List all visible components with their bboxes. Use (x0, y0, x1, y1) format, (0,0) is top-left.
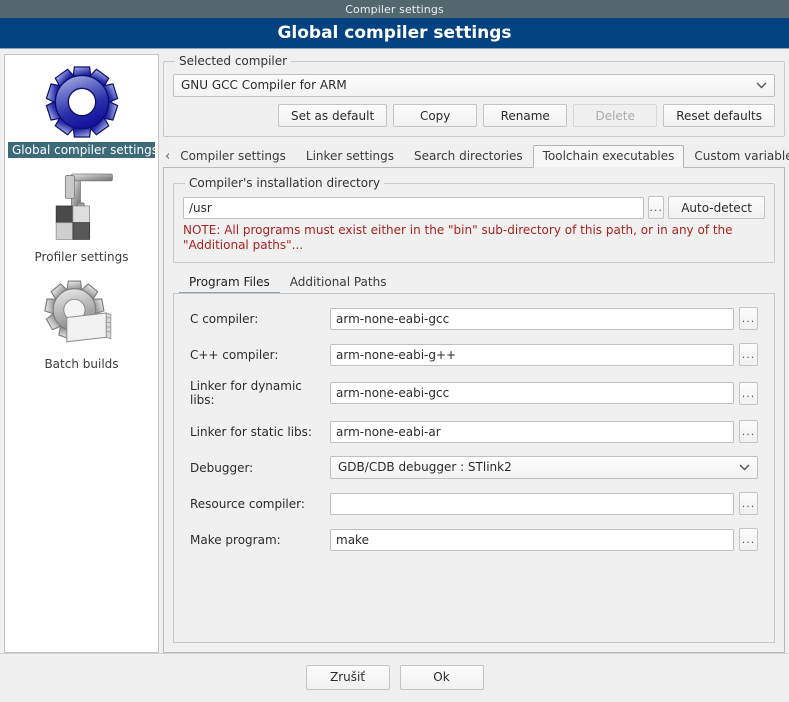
ok-button[interactable]: Ok (399, 664, 484, 690)
dialog-body: Global compiler settings Profiler settin… (0, 49, 789, 653)
window-title-text: Compiler settings (345, 2, 444, 16)
field-row-resource-compiler: Resource compiler: ... (190, 492, 758, 515)
c-compiler-label: C compiler: (190, 311, 259, 326)
debugger-control: GDB/CDB debugger : STlink2 (330, 456, 758, 479)
toolchain-executables-panel: Compiler's installation directory ... Au… (163, 167, 785, 653)
reset-defaults-button[interactable]: Reset defaults (663, 104, 775, 127)
debugger-select-value: GDB/CDB debugger : STlink2 (338, 460, 512, 474)
cpp-compiler-browse-button[interactable]: ... (739, 343, 758, 366)
rename-button[interactable]: Rename (483, 104, 568, 127)
linker-dynamic-input[interactable] (330, 382, 735, 404)
make-program-label: Make program: (190, 532, 281, 547)
page-title-banner: Global compiler settings (0, 18, 789, 49)
tab-search-directories[interactable]: Search directories (404, 145, 533, 168)
make-program-input[interactable] (330, 528, 735, 551)
debugger-label: Debugger: (190, 460, 254, 475)
gear-pages-icon (40, 278, 124, 354)
c-compiler-control: ... (330, 307, 758, 330)
resource-compiler-browse-button[interactable]: ... (739, 492, 758, 515)
install-directory-row: ... Auto-detect (183, 196, 765, 219)
resource-compiler-input[interactable] (330, 492, 735, 515)
install-directory-input[interactable] (183, 196, 645, 219)
page-title: Global compiler settings (277, 23, 512, 43)
field-row-linker-dynamic: Linker for dynamic libs: ... (190, 379, 758, 407)
linker-static-browse-button[interactable]: ... (739, 420, 758, 443)
cancel-button[interactable]: Zrušiť (305, 664, 390, 690)
install-directory-note: NOTE: All programs must exist either in … (183, 223, 733, 252)
install-directory-browse-button[interactable]: ... (648, 196, 665, 219)
sidebar-item-global-compiler-settings[interactable]: Global compiler settings (5, 61, 158, 168)
inner-tab-program-files[interactable]: Program Files (179, 273, 280, 294)
install-directory-legend: Compiler's installation directory (189, 176, 381, 190)
sidebar-item-label: Global compiler settings (8, 142, 158, 158)
selected-compiler-legend: Selected compiler (179, 54, 288, 68)
linker-dynamic-label: Linker for dynamic libs: (190, 379, 302, 407)
program-files-tabbar: Program Files Additional Paths (173, 272, 775, 294)
cpp-compiler-control: ... (330, 343, 758, 366)
make-program-browse-button[interactable]: ... (739, 528, 758, 551)
c-compiler-input[interactable] (330, 307, 735, 330)
tab-toolchain-executables[interactable]: Toolchain executables (532, 145, 685, 168)
field-row-make-program: Make program: ... (190, 528, 758, 551)
sidebar-item-label: Batch builds (44, 357, 119, 371)
c-compiler-browse-button[interactable]: ... (739, 307, 758, 330)
cpp-compiler-input[interactable] (330, 343, 735, 366)
resource-compiler-label: Resource compiler: (190, 496, 305, 511)
chevron-down-icon (756, 75, 767, 96)
main-tabbar: ‹ Compiler settings Linker settings Sear… (163, 144, 789, 168)
field-row-debugger: Debugger: GDB/CDB debugger : STlink2 (190, 456, 758, 479)
compiler-select-value: GNU GCC Compiler for ARM (181, 78, 347, 92)
field-row-c-compiler: C compiler: ... (190, 307, 758, 330)
auto-detect-button[interactable]: Auto-detect (668, 196, 765, 219)
linker-static-label: Linker for static libs: (190, 424, 312, 439)
delete-button: Delete (573, 104, 658, 127)
dialog-footer: Zrušiť Ok (0, 653, 789, 700)
chevron-down-icon (739, 457, 750, 478)
debugger-select[interactable]: GDB/CDB debugger : STlink2 (330, 456, 758, 479)
window-titlebar: Compiler settings (0, 0, 789, 18)
resource-compiler-control: ... (330, 492, 758, 515)
tab-custom-variables[interactable]: Custom variables (684, 145, 789, 168)
caliper-blocks-icon (40, 171, 124, 247)
linker-static-input[interactable] (330, 420, 735, 443)
compiler-actions: Set as default Copy Rename Delete Reset … (173, 104, 775, 127)
content-panel: Selected compiler GNU GCC Compiler for A… (163, 54, 789, 653)
selected-compiler-group: Selected compiler GNU GCC Compiler for A… (163, 54, 785, 137)
linker-dynamic-control: ... (330, 381, 758, 405)
sidebar: Global compiler settings Profiler settin… (4, 54, 159, 653)
sidebar-item-batch-builds[interactable]: Batch builds (5, 275, 158, 382)
linker-dynamic-browse-button[interactable]: ... (739, 381, 758, 405)
make-program-control: ... (330, 528, 758, 551)
cpp-compiler-label: C++ compiler: (190, 347, 279, 362)
set-as-default-button[interactable]: Set as default (278, 104, 388, 127)
tab-linker-settings[interactable]: Linker settings (296, 145, 404, 168)
compiler-select[interactable]: GNU GCC Compiler for ARM (173, 74, 775, 97)
tab-compiler-settings[interactable]: Compiler settings (170, 145, 296, 168)
install-directory-group: Compiler's installation directory ... Au… (173, 176, 775, 263)
linker-static-control: ... (330, 420, 758, 443)
field-row-cpp-compiler: C++ compiler: ... (190, 343, 758, 366)
blue-gear-icon (40, 64, 124, 140)
sidebar-item-profiler-settings[interactable]: Profiler settings (5, 168, 158, 275)
sidebar-item-label: Profiler settings (34, 250, 129, 264)
program-files-panel: C compiler: ... C++ compiler: ... Linker… (173, 293, 775, 643)
inner-tab-additional-paths[interactable]: Additional Paths (280, 273, 397, 294)
copy-button[interactable]: Copy (393, 104, 478, 127)
field-row-linker-static: Linker for static libs: ... (190, 420, 758, 443)
